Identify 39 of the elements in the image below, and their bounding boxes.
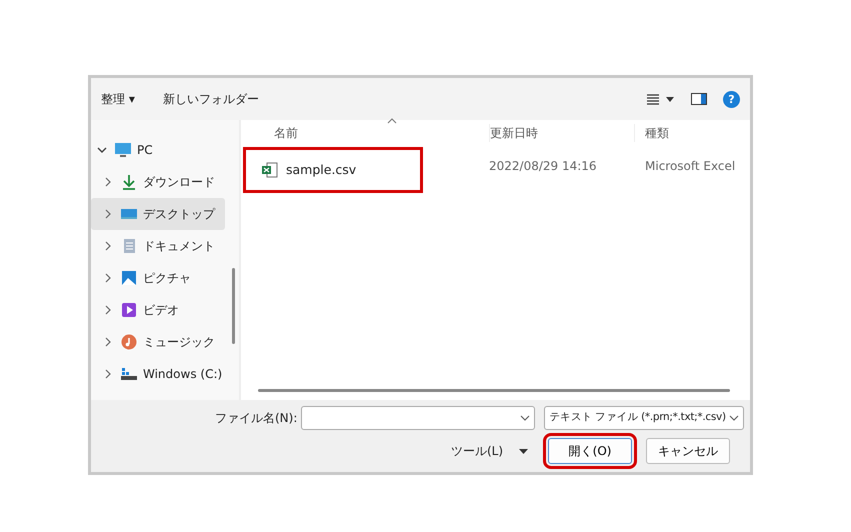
sidebar-item[interactable]: ビデオ [91,294,225,326]
table-cell-text: 2022/08/29 14:16 [489,158,598,175]
file-name-cell[interactable]: sample.csv [243,147,423,193]
dropdown-caret-icon [519,448,528,454]
view-menu-icon [647,93,675,105]
table-cell-text: Microsoft Excel [644,158,736,175]
tools-menu[interactable]: ツール(L) [451,442,528,460]
drive-icon [121,366,137,382]
new-folder-button[interactable]: 新しいフォルダー [162,90,259,108]
column-header[interactable]: 種類 [634,124,724,142]
filename-input[interactable] [301,406,536,430]
dropdown-caret-icon [520,415,530,421]
sidebar-item[interactable]: ダウンロード [91,166,225,198]
file-type-dropdown[interactable]: テキスト ファイル (*.prn;*.txt;*.csv) [544,406,744,430]
column-header[interactable]: 更新日時 [489,124,634,142]
monitor-icon [115,142,131,158]
scrollbar-thumb[interactable] [232,268,235,344]
field-label: ファイル名(N): [215,410,298,427]
dialog-button[interactable]: キャンセル [646,438,730,464]
spreadsheet-file-icon [262,162,278,178]
scrollbar-thumb[interactable] [258,389,730,392]
download-icon [121,174,137,190]
dropdown-caret-icon [729,415,740,421]
music-icon [121,334,137,350]
organize-menu[interactable]: 整理 ▾ [101,90,135,108]
desktop-icon [121,206,137,222]
sort-caret-icon [387,118,397,124]
sidebar-item[interactable]: ピクチャ [91,262,225,294]
sidebar-item[interactable]: ミュージック [91,326,225,358]
column-header[interactable]: 名前 [241,124,489,142]
picture-icon [121,270,137,286]
sidebar-item[interactable]: Windows (C:) [91,358,225,390]
sidebar-item[interactable]: ドキュメント [91,230,225,262]
sidebar-item[interactable]: デスクトップ [91,198,225,230]
preview-pane-icon [691,93,707,105]
video-icon [121,302,137,318]
help-button[interactable]: ? [723,90,740,108]
sidebar-item[interactable]: PC [91,134,225,166]
document-icon [121,238,137,254]
